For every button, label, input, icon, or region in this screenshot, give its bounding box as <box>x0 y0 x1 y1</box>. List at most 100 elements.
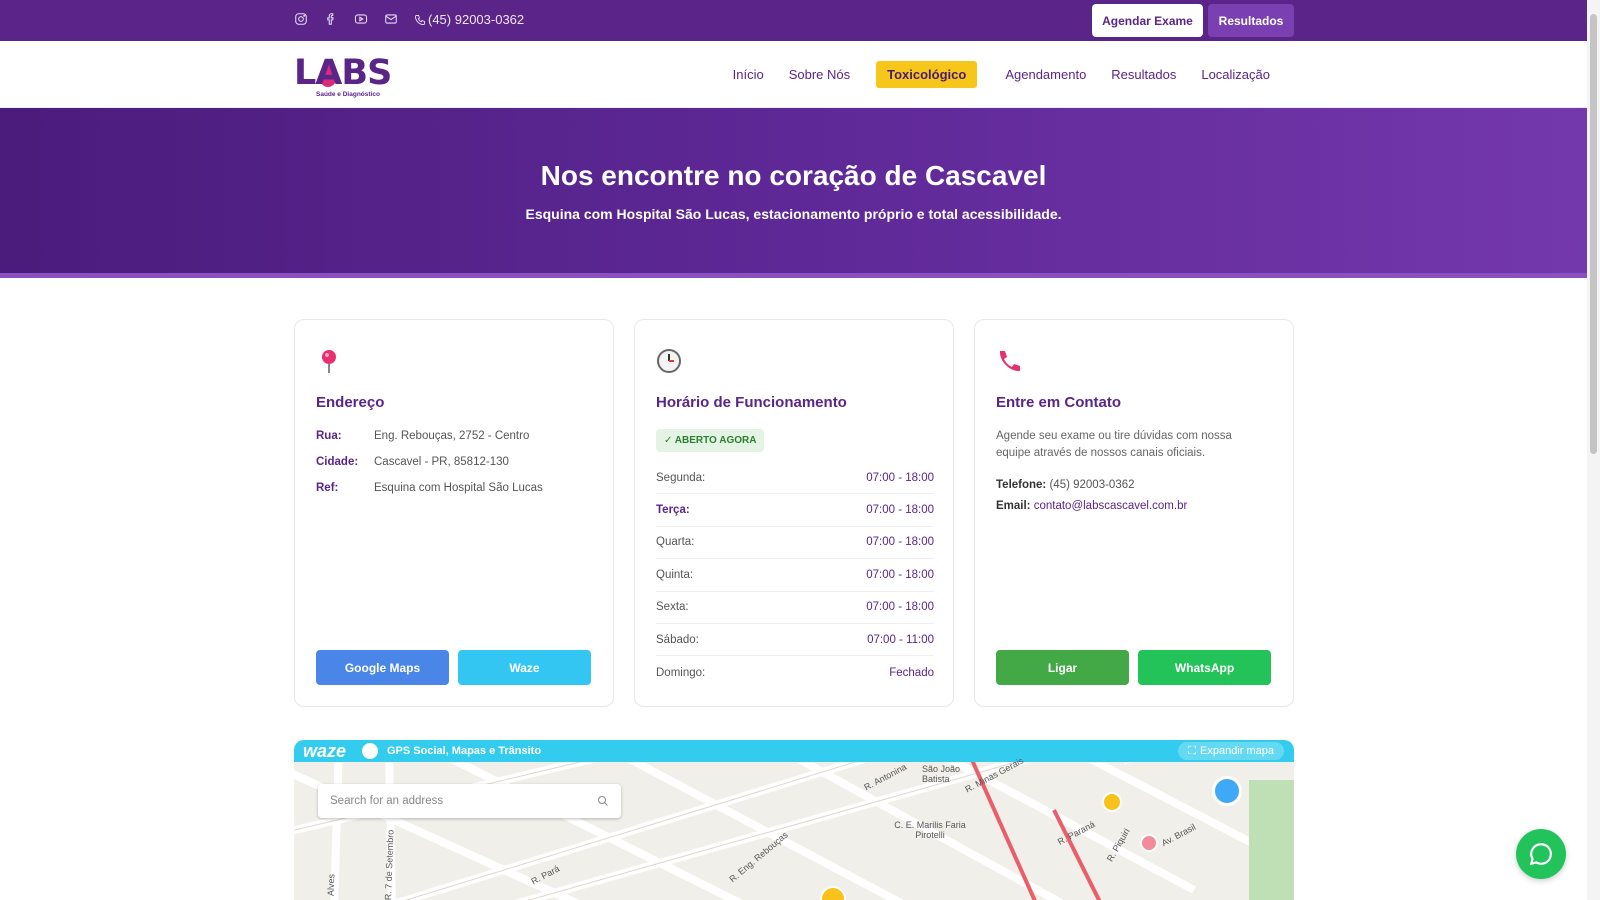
map-poi-label: C. E. Marilis Faria Pirotelli <box>894 820 966 840</box>
hours-time: Fechado <box>889 666 934 679</box>
agendar-exame-button[interactable]: Agendar Exame <box>1092 4 1203 37</box>
facebook-icon[interactable] <box>324 12 338 31</box>
waze-user-icon[interactable] <box>1102 792 1122 812</box>
nav-links: Início Sobre Nós Toxicológico Agendament… <box>719 61 1281 88</box>
contact-email: Email: contato@labscascavel.com.br <box>996 500 1187 512</box>
contact-phone-value: (45) 92003-0362 <box>1049 479 1135 491</box>
topbar-phone-text: (45) 92003-0362 <box>428 12 525 27</box>
hours-time: 07:00 - 18:00 <box>866 536 934 549</box>
contact-description: Agende seu exame ou tire dúvidas com nos… <box>996 430 1232 459</box>
map-search-input[interactable]: Search for an address <box>318 784 621 818</box>
hours-day: Domingo: <box>656 666 706 679</box>
contact-phone: Telefone: (45) 92003-0362 <box>996 479 1135 491</box>
hours-row: Sexta: 07:00 - 18:00 <box>656 592 934 624</box>
chat-button[interactable] <box>1516 829 1566 879</box>
nav-sobre-nos[interactable]: Sobre Nós <box>778 61 861 88</box>
labs-logo[interactable]: LABS Saúde e Diagnóstico <box>294 51 394 101</box>
address-list: Rua: Eng. Rebouças, 2752 - Centro Cidade… <box>316 430 543 508</box>
hours-day: Sexta: <box>656 601 689 614</box>
hours-day: Quinta: <box>656 568 694 581</box>
waze-map-embed[interactable]: waze GPS Social, Mapas e Trânsito ⛶ Expa… <box>294 740 1294 900</box>
address-value: Cascavel - PR, 85812-130 <box>374 456 509 468</box>
top-bar: (45) 92003-0362 Agendar Exame Resultados <box>0 0 1587 41</box>
search-icon[interactable] <box>597 795 609 807</box>
open-status-badge: ✓ ABERTO AGORA <box>656 429 765 452</box>
nav-toxicologico[interactable]: Toxicológico <box>876 61 978 88</box>
hours-row: Segunda: 07:00 - 18:00 <box>656 462 934 495</box>
hours-row: Domingo: Fechado <box>656 656 934 688</box>
hours-list: Segunda: 07:00 - 18:00 Terça: 07:00 - 18:0… <box>656 462 934 689</box>
address-value: Eng. Rebouças, 2752 - Centro <box>374 430 530 442</box>
google-maps-button[interactable]: Google Maps <box>316 650 449 685</box>
logo-tagline: Saúde e Diagnóstico <box>316 91 380 98</box>
contact-card: Entre em Contato Agende seu exame ou tir… <box>974 319 1294 707</box>
address-row: Cidade: Cascavel - PR, 85812-130 <box>316 456 543 482</box>
address-key: Rua: <box>316 430 342 442</box>
hours-time: 07:00 - 18:00 <box>866 568 934 581</box>
waze-logo: waze <box>303 741 347 761</box>
hours-card: Horário de Funcionamento ✓ ABERTO AGORA … <box>634 319 954 707</box>
nav-localizacao[interactable]: Localização <box>1190 61 1281 88</box>
phone-icon <box>415 14 425 25</box>
resultados-button[interactable]: Resultados <box>1208 4 1294 37</box>
map-search-placeholder: Search for an address <box>330 795 444 807</box>
location-pin-icon <box>322 350 336 373</box>
expand-map-label: Expandir mapa <box>1200 745 1274 757</box>
expand-icon: ⛶ <box>1188 744 1196 757</box>
waze-button[interactable]: Waze <box>458 650 591 685</box>
page-scrollbar[interactable] <box>1587 0 1600 900</box>
map-street-label: Alves <box>325 873 337 897</box>
expand-map-button[interactable]: ⛶ Expandir mapa <box>1178 742 1284 760</box>
address-card: Endereço Rua: Eng. Rebouças, 2752 - Cent… <box>294 319 614 707</box>
address-row: Rua: Eng. Rebouças, 2752 - Centro <box>316 430 543 456</box>
address-row: Ref: Esquina com Hospital São Lucas <box>316 482 543 508</box>
hours-title: Horário de Funcionamento <box>656 394 847 411</box>
social-links <box>294 12 398 31</box>
hero-banner: Nos encontre no coração de Cascavel Esqu… <box>0 108 1587 278</box>
waze-subtitle: GPS Social, Mapas e Trânsito <box>387 745 542 757</box>
hours-row: Sábado: 07:00 - 11:00 <box>656 624 934 657</box>
nav-inicio[interactable]: Início <box>722 61 775 88</box>
hours-row: Terça: 07:00 - 18:00 <box>656 494 934 527</box>
mail-icon[interactable] <box>384 12 398 31</box>
ligar-button[interactable]: Ligar <box>996 650 1129 685</box>
logo-text: LABS <box>294 53 392 93</box>
chat-bubble-icon <box>1529 843 1552 866</box>
contact-phone-label: Telefone: <box>996 479 1047 491</box>
address-value: Esquina com Hospital São Lucas <box>374 482 543 494</box>
nav-resultados[interactable]: Resultados <box>1100 61 1187 88</box>
contact-buttons: Ligar WhatsApp <box>996 650 1271 685</box>
main-navbar: LABS Saúde e Diagnóstico Início Sobre Nó… <box>0 41 1587 108</box>
hours-day: Quarta: <box>656 536 695 549</box>
hours-day: Sábado: <box>656 633 699 646</box>
address-title: Endereço <box>316 394 385 411</box>
nav-agendamento[interactable]: Agendamento <box>994 61 1097 88</box>
map-street-label: São João Batista <box>922 764 961 784</box>
youtube-icon[interactable] <box>354 12 368 31</box>
scrollbar-thumb[interactable] <box>1590 14 1597 454</box>
instagram-icon[interactable] <box>294 12 308 31</box>
topbar-phone[interactable]: (45) 92003-0362 <box>414 12 524 27</box>
hours-time: 07:00 - 18:00 <box>866 601 934 614</box>
hours-day: Segunda: <box>656 471 706 484</box>
phone-icon <box>999 351 1020 372</box>
hours-row: Quarta: 07:00 - 18:00 <box>656 527 934 560</box>
hours-time: 07:00 - 18:00 <box>866 471 934 484</box>
contact-title: Entre em Contato <box>996 394 1122 411</box>
contact-email-label: Email: <box>996 500 1031 512</box>
hours-row: Quinta: 07:00 - 18:00 <box>656 559 934 592</box>
waze-mascot-icon <box>362 743 378 759</box>
hero-title: Nos encontre no coração de Cascavel <box>540 160 1047 191</box>
waze-user-icon[interactable] <box>1140 834 1158 852</box>
hours-time: 07:00 - 11:00 <box>867 633 934 646</box>
address-key: Ref: <box>316 482 339 494</box>
hours-time: 07:00 - 18:00 <box>866 504 934 517</box>
contact-email-link[interactable]: contato@labscascavel.com.br <box>1034 500 1188 512</box>
waze-police-icon[interactable] <box>1212 776 1242 806</box>
address-key: Cidade: <box>316 456 359 468</box>
whatsapp-button[interactable]: WhatsApp <box>1138 650 1271 685</box>
map-buttons: Google Maps Waze <box>316 650 591 685</box>
hours-day-today: Terça: <box>656 504 690 517</box>
waze-header-bar: waze GPS Social, Mapas e Trânsito ⛶ Expa… <box>294 740 1294 762</box>
map-streets <box>294 740 1294 900</box>
